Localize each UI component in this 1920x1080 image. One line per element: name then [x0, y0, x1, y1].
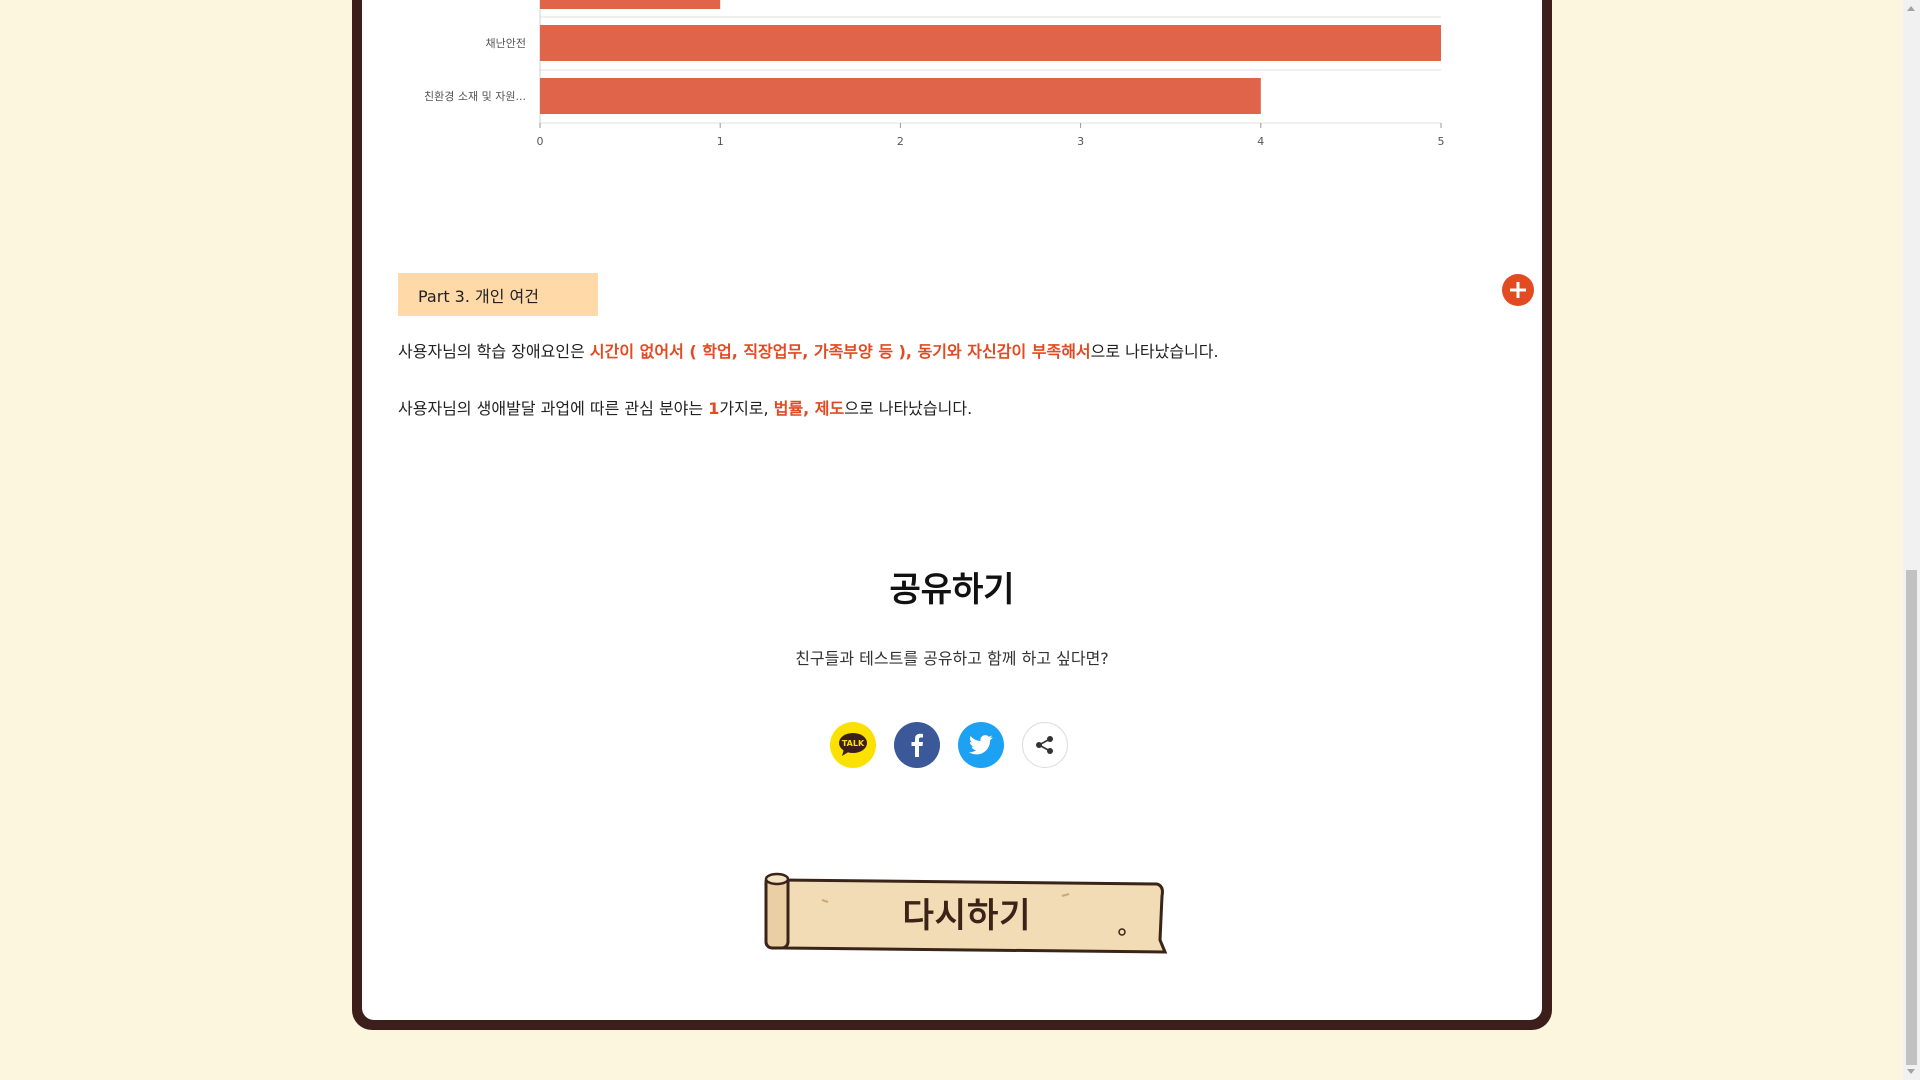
kakao-talk-icon: TALK: [839, 733, 867, 756]
interest-area-middle: 가지로,: [719, 399, 774, 418]
facebook-share-button[interactable]: [894, 722, 940, 768]
scroll-down-arrow[interactable]: [1907, 1069, 1915, 1074]
kakao-share-button[interactable]: TALK: [830, 722, 876, 768]
learning-barrier-suffix: 으로 나타났습니다.: [1090, 342, 1219, 361]
result-card: 채난안전친환경 소재 및 자원... 0 1 2 3 4 5 Part 3. 개인 여건 사…: [352, 0, 1552, 1030]
chart-x-tick-label: 2: [897, 135, 904, 148]
chart-category-label: 채난안전: [486, 37, 526, 50]
interest-area-prefix: 사용자님의 생애발달 과업에 따른 관심 분야는: [398, 399, 709, 418]
chart-category-label: 친환경 소재 및 자원...: [424, 90, 526, 103]
interest-area-count: 1: [708, 399, 720, 418]
chart-x-tick-label: 4: [1257, 135, 1264, 148]
kakao-talk-label: TALK: [842, 739, 865, 748]
twitter-icon: [969, 735, 993, 755]
retry-label: 다시하기: [902, 896, 1032, 936]
interest-area-suffix: 으로 나타났습니다.: [844, 399, 973, 418]
share-title: 공유하기: [889, 570, 1015, 610]
chart-x-tick-label: 1: [717, 135, 724, 148]
part3-header-label: Part 3. 개인 여건: [418, 286, 539, 306]
interest-bar-chart: 채난안전친환경 소재 및 자원... 0 1 2 3 4 5: [386, 0, 1486, 150]
learning-barrier-prefix: 사용자님의 학습 장애요인은: [398, 342, 590, 361]
learning-barrier-text: 사용자님의 학습 장애요인은 시간이 없어서 ( 학업, 직장업무, 가족부양 …: [398, 338, 1219, 362]
learning-barrier-highlight: 시간이 없어서 ( 학업, 직장업무, 가족부양 등 ), 동기와 자신감이 부…: [589, 342, 1091, 361]
more-share-button[interactable]: [1022, 722, 1068, 768]
scroll-up-arrow[interactable]: [1907, 6, 1915, 11]
chart-x-tick-label: 3: [1077, 135, 1084, 148]
chart-svg: 채난안전친환경 소재 및 자원... 0 1 2 3 4 5: [424, 0, 1445, 148]
result-card-body: 채난안전친환경 소재 및 자원... 0 1 2 3 4 5 Part 3. 개인 여건 사…: [362, 0, 1542, 1020]
chart-bar: [540, 25, 1441, 61]
share-buttons: TALK: [830, 722, 1068, 768]
chart-bar: [540, 78, 1261, 114]
share-subtitle: 친구들과 테스트를 공유하고 함께 하고 싶다면?: [795, 649, 1109, 668]
chart-x-tick-label: 0: [537, 135, 544, 148]
scrollbar-thumb[interactable]: [1906, 570, 1917, 1065]
plus-icon: [1510, 282, 1526, 298]
share-icon: [1036, 736, 1053, 754]
expand-button[interactable]: [1502, 274, 1534, 306]
chart-bar: [540, 0, 721, 9]
scrollbar[interactable]: [1903, 0, 1920, 1080]
retry-button[interactable]: 다시하기: [762, 870, 1172, 954]
twitter-share-button[interactable]: [958, 722, 1004, 768]
interest-area-text: 사용자님의 생애발달 과업에 따른 관심 분야는 1가지로, 법률, 제도으로 …: [398, 395, 972, 419]
part3-header: Part 3. 개인 여건: [398, 273, 598, 316]
interest-area-highlight: 법률, 제도: [773, 399, 845, 418]
chart-x-tick-label: 5: [1438, 135, 1445, 148]
facebook-icon: [911, 733, 923, 757]
